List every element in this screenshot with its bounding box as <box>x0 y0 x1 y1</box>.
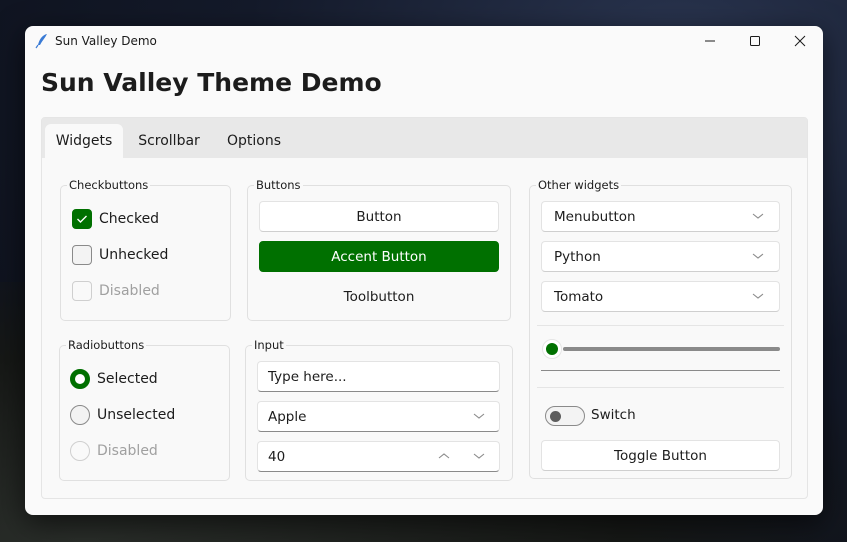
radiobutton-label: Disabled <box>97 443 158 459</box>
button[interactable]: Button <box>259 201 499 232</box>
checkbutton-disabled: Disabled <box>72 281 160 301</box>
optionmenu-fruit[interactable]: Tomato <box>541 281 780 312</box>
progressbar <box>541 370 780 371</box>
close-button[interactable] <box>777 26 823 56</box>
title-bar[interactable]: Sun Valley Demo <box>25 26 823 56</box>
checkbox-disabled-icon <box>72 281 92 301</box>
checkbutton-label: Checked <box>99 211 160 227</box>
combobox-value: Apple <box>268 408 307 425</box>
optionmenu-language[interactable]: Python <box>541 241 780 272</box>
switch-label: Switch <box>591 407 636 423</box>
checkbutton-label: Disabled <box>99 283 160 299</box>
scale-thumb[interactable] <box>542 339 562 359</box>
accent-button[interactable]: Accent Button <box>259 241 499 272</box>
separator <box>537 387 784 388</box>
checkbutton-label: Unhecked <box>99 247 169 263</box>
input-label: Input <box>252 338 286 352</box>
optionmenu-value: Tomato <box>554 288 604 305</box>
feather-icon <box>35 34 47 49</box>
separator <box>537 325 784 326</box>
entry-value: Type here... <box>268 368 347 385</box>
radio-unselected-icon <box>70 405 90 425</box>
minimize-button[interactable] <box>687 26 733 56</box>
chevron-down-icon <box>752 213 764 219</box>
chevron-down-icon <box>752 253 764 259</box>
app-window: Sun Valley Demo Sun Valley Theme Demo Wi… <box>25 26 823 515</box>
toolbutton[interactable]: Toolbutton <box>259 281 499 312</box>
switch-knob <box>550 411 561 422</box>
radio-selected-icon <box>70 369 90 389</box>
window-title: Sun Valley Demo <box>55 34 157 48</box>
page-title: Sun Valley Theme Demo <box>41 68 382 97</box>
toggle-button[interactable]: Toggle Button <box>541 440 780 471</box>
scale-track[interactable] <box>563 347 780 351</box>
chevron-up-icon[interactable] <box>437 451 451 461</box>
checkbox-unchecked-icon <box>72 245 92 265</box>
checkbutton-checked[interactable]: Checked <box>72 209 159 229</box>
tab-bar: Widgets Scrollbar Options <box>42 118 807 158</box>
chevron-down-icon[interactable] <box>472 451 486 461</box>
optionmenu-value: Python <box>554 248 601 265</box>
checkbutton-unchecked[interactable]: Unhecked <box>72 245 168 265</box>
checkbuttons-label: Checkbuttons <box>67 178 151 192</box>
minimize-icon <box>705 40 715 42</box>
checkmark-icon <box>77 215 87 223</box>
chevron-down-icon <box>752 293 764 299</box>
maximize-button[interactable] <box>732 26 778 56</box>
radiobutton-selected[interactable]: Selected <box>70 369 158 389</box>
menubutton-label: Menubutton <box>554 208 636 225</box>
tab-scrollbar[interactable]: Scrollbar <box>130 124 208 158</box>
radiobutton-label: Unselected <box>97 407 176 423</box>
tab-options[interactable]: Options <box>215 124 293 158</box>
combobox[interactable]: Apple <box>257 401 500 432</box>
entry-field[interactable]: Type here... <box>257 361 500 392</box>
other-widgets-label: Other widgets <box>536 178 622 192</box>
radio-disabled-icon <box>70 441 90 461</box>
radiobuttons-label: Radiobuttons <box>66 338 147 352</box>
maximize-icon <box>750 36 760 46</box>
switch-toggle[interactable] <box>545 406 585 426</box>
spinbox-value: 40 <box>268 448 286 465</box>
chevron-down-icon[interactable] <box>472 411 486 421</box>
spinbox[interactable]: 40 <box>257 441 500 472</box>
scale-thumb-dot <box>546 343 558 355</box>
radiobutton-unselected[interactable]: Unselected <box>70 405 175 425</box>
buttons-label: Buttons <box>254 178 303 192</box>
close-icon <box>794 35 806 47</box>
menubutton[interactable]: Menubutton <box>541 201 780 232</box>
radiobutton-label: Selected <box>97 371 158 387</box>
radiobutton-disabled: Disabled <box>70 441 158 461</box>
tab-widgets[interactable]: Widgets <box>45 124 123 158</box>
checkbox-checked-icon <box>72 209 92 229</box>
